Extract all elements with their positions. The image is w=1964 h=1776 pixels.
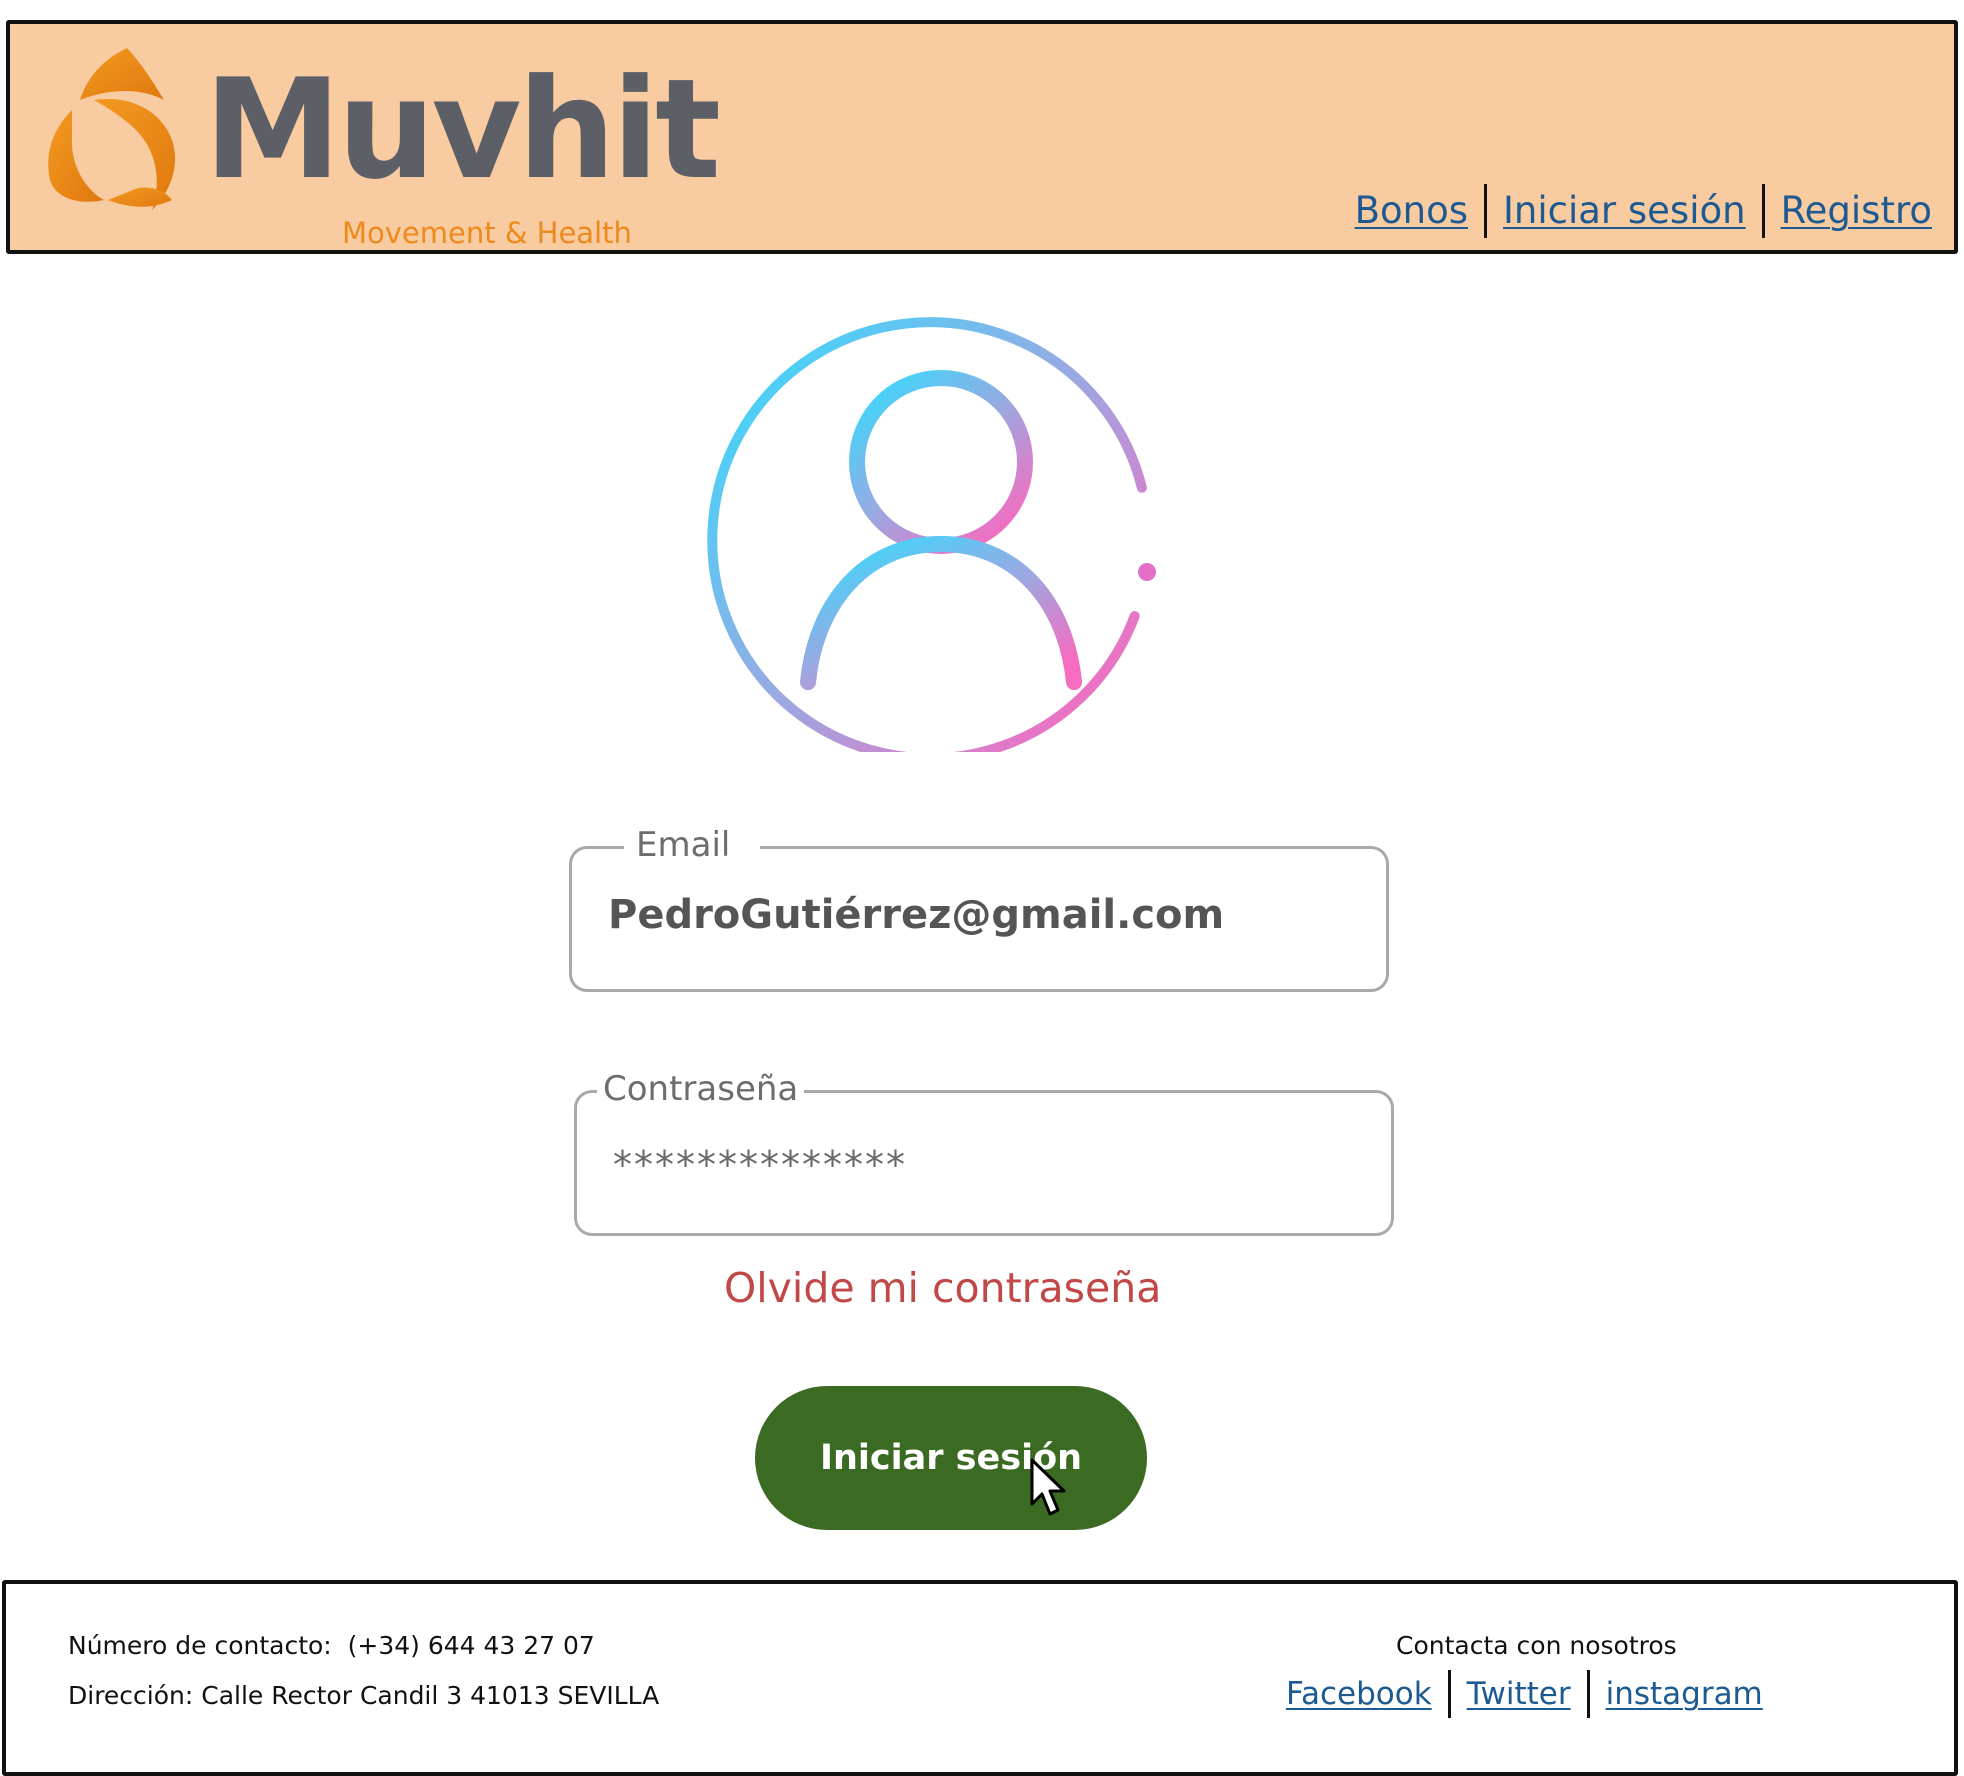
login-submit-button[interactable]: Iniciar sesión (755, 1386, 1147, 1530)
nav-link-iniciar-sesion[interactable]: Iniciar sesión (1503, 187, 1746, 235)
email-label: Email (624, 825, 761, 865)
site-footer: Número de contacto: (+34) 644 43 27 07 D… (2, 1580, 1958, 1776)
muvhit-logo[interactable]: Muvhit Movement & Health (32, 40, 721, 255)
social-links: Facebook Twitter instagram (1286, 1670, 1763, 1718)
password-field[interactable]: Contraseña ************** (574, 1069, 1394, 1236)
password-label: Contraseña (597, 1069, 805, 1109)
email-input[interactable]: PedroGutiérrez@gmail.com (608, 891, 1224, 939)
site-header: Muvhit Movement & Health Bonos Iniciar s… (6, 20, 1958, 254)
facebook-link[interactable]: Facebook (1286, 1672, 1432, 1716)
twitter-link[interactable]: Twitter (1467, 1672, 1571, 1716)
password-input[interactable]: ************** (613, 1141, 907, 1189)
logo-tagline: Movement & Health (342, 216, 632, 250)
nav-link-registro[interactable]: Registro (1781, 187, 1932, 235)
instagram-link[interactable]: instagram (1606, 1672, 1763, 1716)
logo-wordmark: Muvhit (204, 49, 721, 210)
mouse-pointer-icon (1030, 1458, 1066, 1516)
nav-link-bonos[interactable]: Bonos (1355, 187, 1468, 235)
social-title: Contacta con nosotros (1396, 1631, 1677, 1660)
email-field[interactable]: Email PedroGutiérrez@gmail.com (569, 825, 1389, 992)
user-avatar-icon (707, 317, 1156, 752)
social-divider (1586, 1670, 1590, 1718)
contact-address: Dirección: Calle Rector Candil 3 41013 S… (68, 1681, 660, 1710)
social-divider (1447, 1670, 1451, 1718)
muvhit-swirl-logo-icon (48, 48, 176, 210)
nav-divider (1761, 184, 1765, 238)
forgot-password-link[interactable]: Olvide mi contraseña (724, 1262, 1161, 1314)
top-navigation: Bonos Iniciar sesión Registro (1355, 184, 1932, 238)
nav-divider (1483, 184, 1487, 238)
contact-phone: Número de contacto: (+34) 644 43 27 07 (68, 1631, 595, 1660)
